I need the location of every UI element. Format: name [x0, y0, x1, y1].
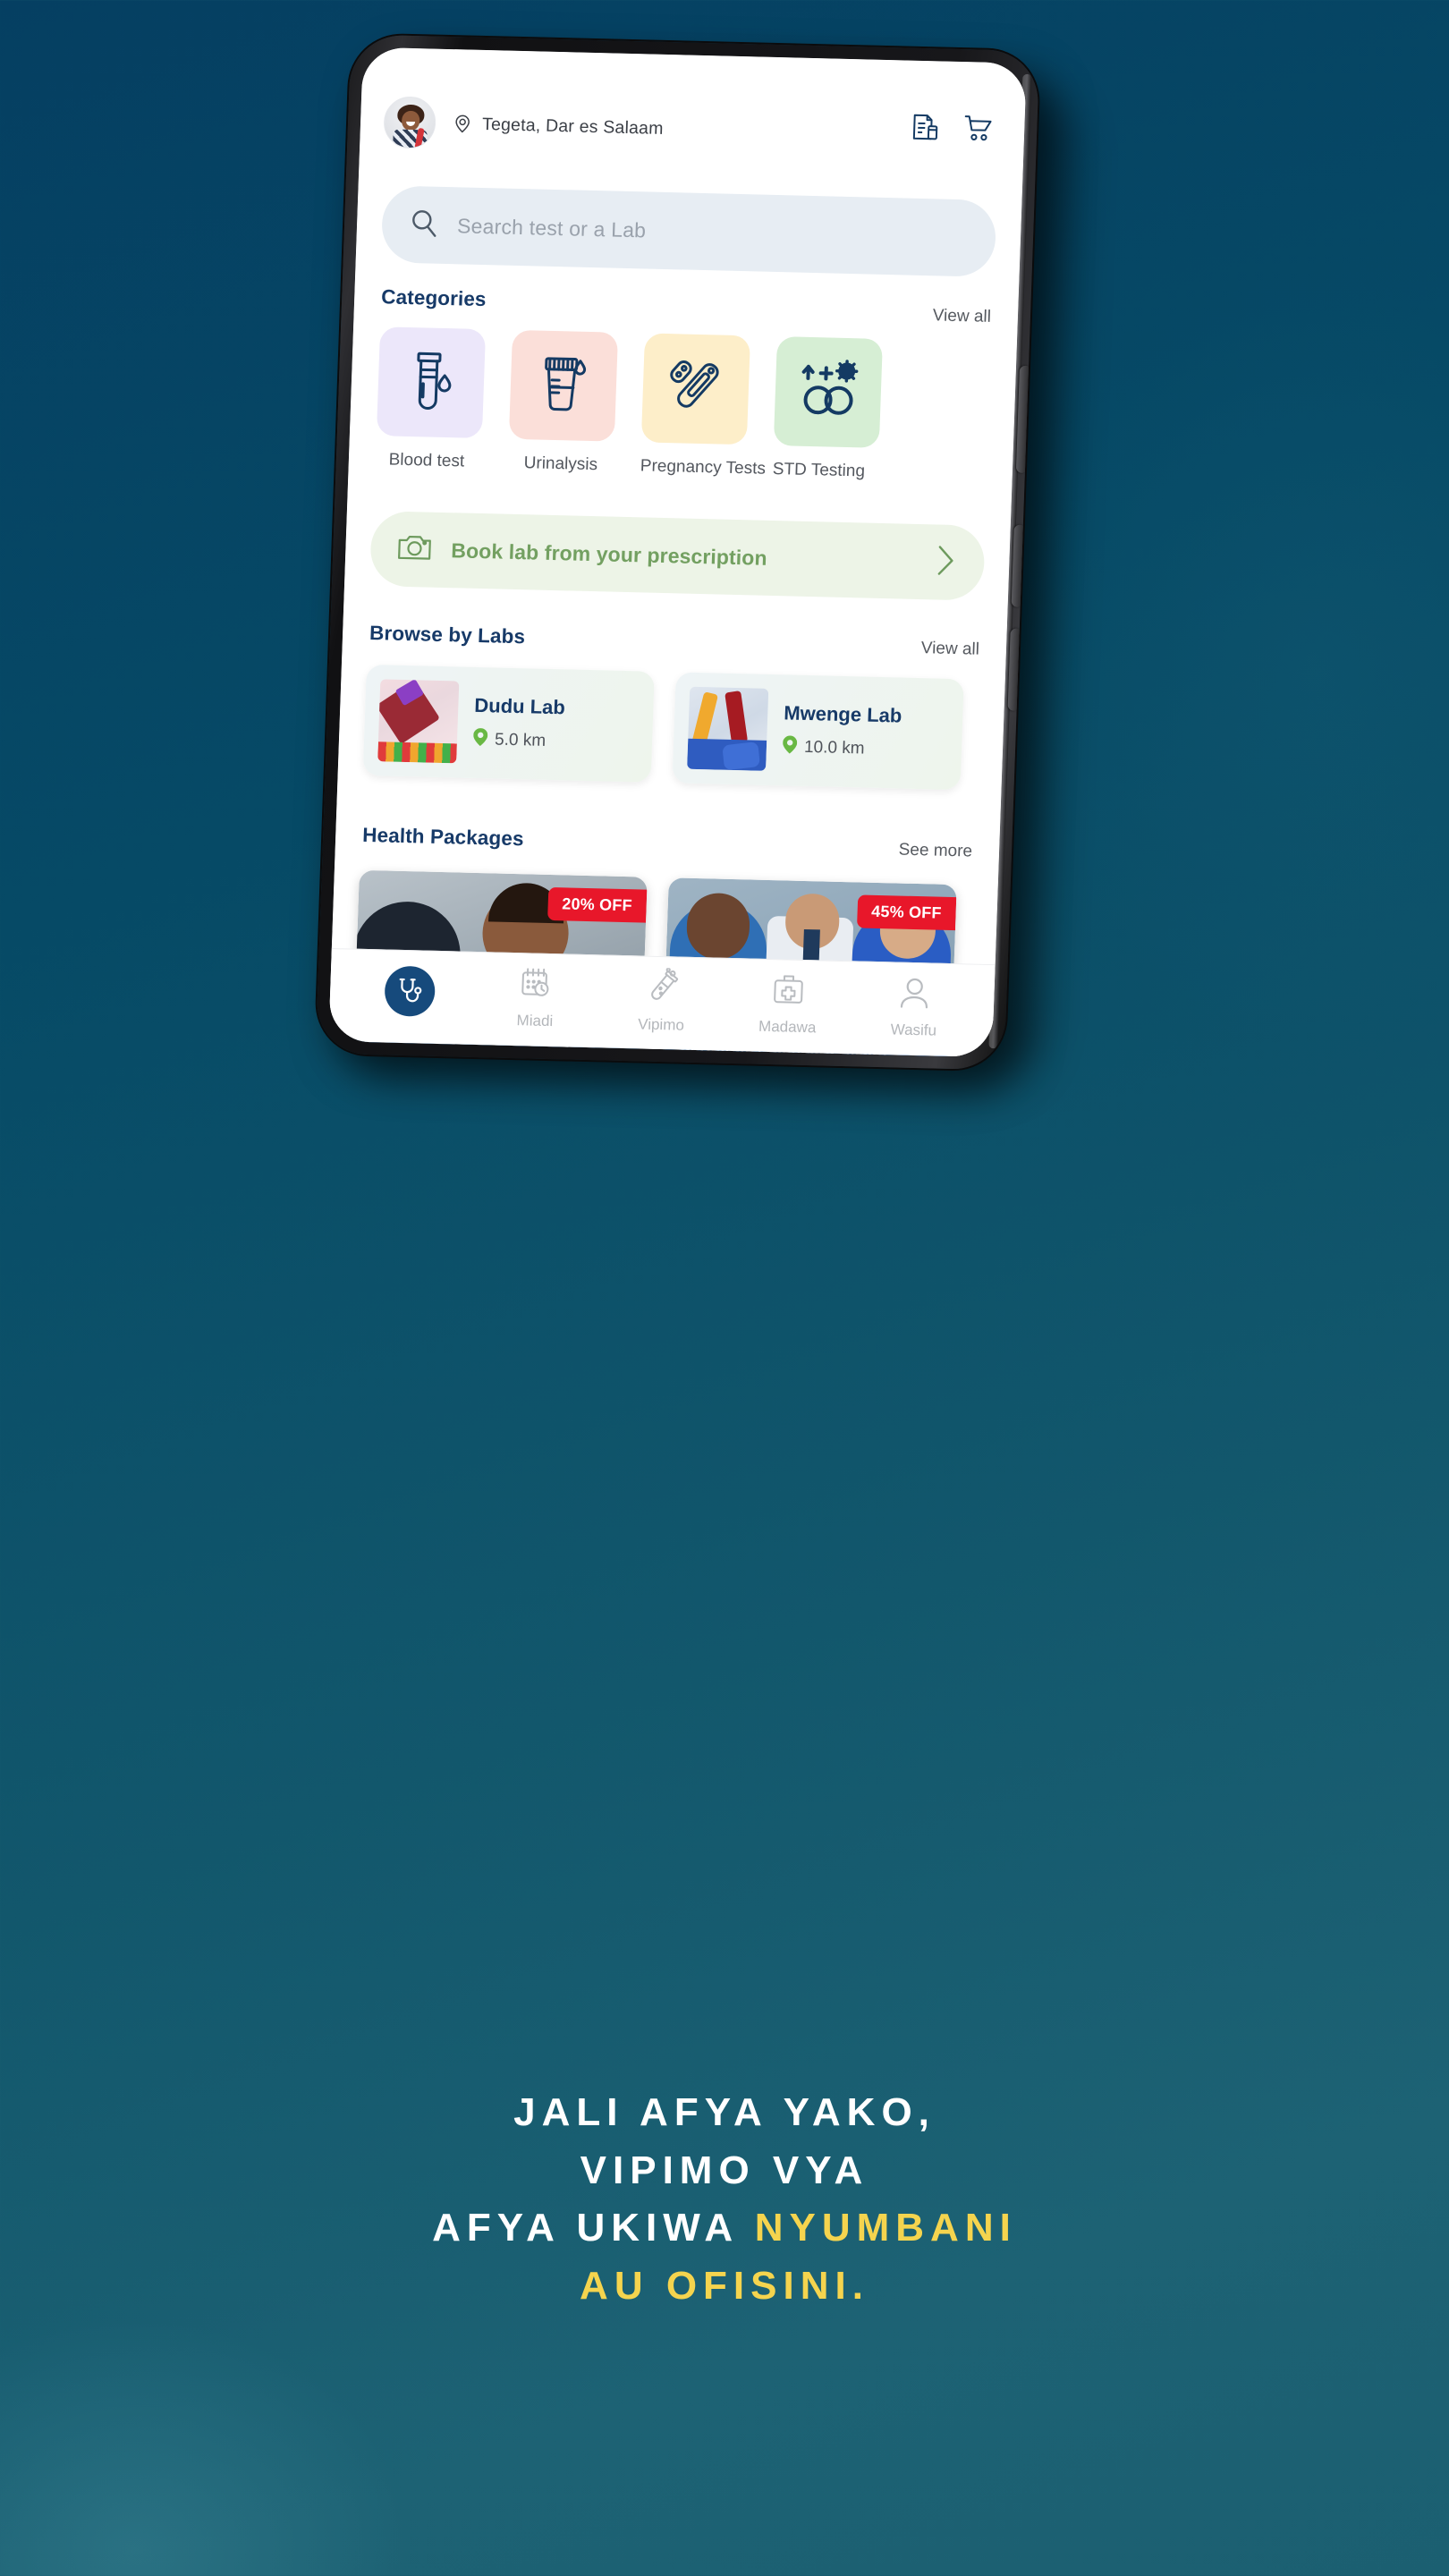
medical-kit-icon [770, 971, 808, 1013]
location-pin-icon [452, 113, 474, 135]
lab-name: Mwenge Lab [783, 701, 902, 727]
lab-distance-row: 5.0 km [473, 728, 564, 753]
camera-icon [397, 532, 432, 566]
std-gender-icon [798, 358, 860, 427]
search-bar[interactable]: Search test or a Lab [380, 185, 997, 277]
nav-item-miadi[interactable]: Miadi [486, 964, 586, 1031]
lab-name: Dudu Lab [473, 693, 566, 719]
lab-distance-row: 10.0 km [783, 735, 902, 761]
lab-report-icon[interactable] [911, 113, 939, 142]
lab-card[interactable]: Mwenge Lab 10.0 km [672, 672, 964, 791]
tagline-line-4-highlight: AU OFISINI. [580, 2264, 869, 2309]
chevron-right-icon[interactable] [934, 543, 958, 582]
bottom-navigation: Miadi Vipimo Madawa Wasifu [328, 948, 996, 1058]
pregnancy-test-icon [666, 355, 726, 424]
calendar-clock-icon [518, 965, 555, 1006]
packages-title: Health Packages [361, 823, 525, 851]
search-icon [408, 207, 439, 242]
avatar[interactable] [383, 96, 437, 149]
category-label: Blood test [388, 450, 465, 471]
app-header: Tegeta, Dar es Salaam [360, 47, 1027, 164]
test-tube-icon [644, 967, 682, 1010]
nav-item-madawa[interactable]: Madawa [738, 970, 838, 1038]
labs-list: Dudu Lab 5.0 km Mwenge Lab 10.0 km [338, 644, 1006, 791]
category-label: STD Testing [772, 459, 866, 481]
tagline: JALI AFYA YAKO, VIPIMO VYA AFYA UKIWA NY… [0, 2084, 1449, 2316]
categories-view-all[interactable]: View all [932, 306, 991, 327]
search-input[interactable]: Search test or a Lab [457, 214, 647, 242]
lab-distance: 5.0 km [494, 730, 547, 750]
background-glow-bottom [0, 2317, 411, 2576]
tagline-line-3-highlight: NYUMBANI [754, 2206, 1017, 2250]
nav-label: Wasifu [890, 1020, 937, 1039]
map-pin-icon [783, 735, 798, 758]
urine-cup-icon [534, 351, 594, 421]
nav-label: Madawa [758, 1017, 817, 1036]
blood-test-tube-icon [404, 347, 459, 417]
category-item-pregnancy-tests[interactable]: Pregnancy Tests [640, 333, 767, 479]
map-pin-icon [473, 728, 488, 751]
nav-label: Miadi [516, 1011, 554, 1030]
phone-screen: Tegeta, Dar es Salaam Search test or a L… [328, 47, 1027, 1058]
labs-view-all[interactable]: View all [920, 639, 979, 660]
location-label: Tegeta, Dar es Salaam [481, 114, 665, 139]
package-discount-badge: 20% OFF [547, 886, 648, 923]
categories-list: Blood test Urinalysis Pregnancy Tests ST… [349, 311, 1018, 485]
nav-label: Vipimo [637, 1014, 685, 1034]
lab-card[interactable]: Dudu Lab 5.0 km [362, 664, 655, 783]
tagline-line-2: VIPIMO VYA [580, 2148, 869, 2192]
category-label: Pregnancy Tests [640, 456, 767, 479]
phone-mockup: Tegeta, Dar es Salaam Search test or a L… [315, 34, 1085, 1097]
stethoscope-icon [383, 965, 436, 1017]
phone-frame: Tegeta, Dar es Salaam Search test or a L… [315, 34, 1040, 1071]
category-label: Urinalysis [523, 453, 598, 475]
lab-thumbnail [687, 686, 769, 771]
categories-title: Categories [380, 285, 487, 311]
nav-item-vipimo[interactable]: Vipimo [612, 966, 713, 1035]
user-profile-icon [897, 974, 933, 1015]
app-root: Tegeta, Dar es Salaam Search test or a L… [328, 47, 1027, 1058]
category-item-std-testing[interactable]: STD Testing [772, 336, 883, 482]
nav-item-home[interactable] [360, 965, 460, 1024]
location-selector[interactable]: Tegeta, Dar es Salaam [452, 113, 900, 145]
shopping-cart-icon[interactable] [963, 114, 993, 142]
nav-item-wasifu[interactable]: Wasifu [864, 973, 964, 1040]
lab-distance: 10.0 km [803, 737, 865, 758]
package-discount-badge: 45% OFF [856, 894, 957, 931]
prescription-banner-label: Book lab from your prescription [451, 538, 768, 570]
tagline-line-3: AFYA UKIWA NYUMBANI [0, 2199, 1449, 2258]
tagline-line-1: JALI AFYA YAKO, [513, 2090, 936, 2134]
category-item-urinalysis[interactable]: Urinalysis [508, 329, 619, 476]
header-actions [911, 113, 993, 159]
lab-thumbnail [377, 679, 460, 764]
labs-title: Browse by Labs [369, 622, 526, 648]
book-from-prescription-banner[interactable]: Book lab from your prescription [369, 511, 986, 601]
packages-see-more[interactable]: See more [898, 841, 972, 862]
category-item-blood-test[interactable]: Blood test [376, 326, 487, 472]
tagline-line-3-white: AFYA UKIWA [432, 2206, 738, 2250]
